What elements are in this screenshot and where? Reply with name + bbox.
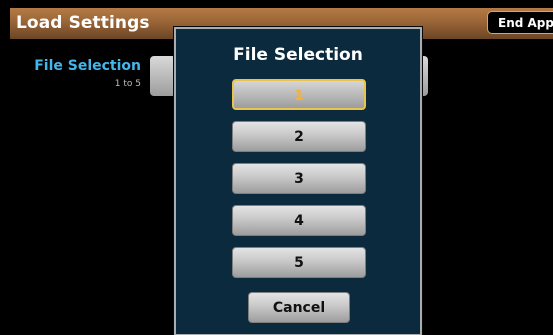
- file-option-5[interactable]: 5: [232, 247, 366, 278]
- cancel-button[interactable]: Cancel: [248, 292, 350, 323]
- screen: Load Settings End App File Selection 1 t…: [10, 8, 553, 335]
- file-selection-label: File Selection: [34, 58, 141, 74]
- file-selection-range: 1 to 5: [114, 79, 141, 89]
- dialog-title: File Selection: [233, 45, 363, 65]
- file-selection-control-left: [150, 56, 176, 96]
- page-title: Load Settings: [16, 13, 150, 33]
- end-app-button[interactable]: End App: [487, 11, 553, 34]
- file-option-3[interactable]: 3: [232, 163, 366, 194]
- file-option-4[interactable]: 4: [232, 205, 366, 236]
- file-option-1[interactable]: 1: [232, 79, 366, 110]
- file-selection-dialog: File Selection 1 2 3 4 5 Cancel: [174, 27, 422, 335]
- file-option-2[interactable]: 2: [232, 121, 366, 152]
